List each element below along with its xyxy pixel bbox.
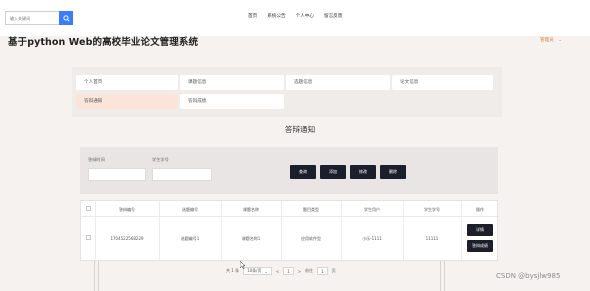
notice-table: 答辩编号 选题编号 课题名称 题目类型 学生用户 学生学号 操作 1704522… xyxy=(80,200,499,262)
menu-item-home[interactable]: 个人首页 xyxy=(76,75,178,90)
detail-button[interactable]: 详情 xyxy=(467,224,493,236)
edit-button[interactable]: 修改 xyxy=(350,165,376,179)
menu-item-defense-notice[interactable]: 答辩通知 xyxy=(76,94,178,109)
prev-page-button[interactable]: < xyxy=(276,269,279,274)
column-header: 学生学号 xyxy=(424,207,440,212)
current-page[interactable]: 1 xyxy=(283,267,294,275)
page-size-select[interactable]: 10条/页 ⌄ xyxy=(243,267,272,275)
user-menu[interactable]: 管理员 ⌄ xyxy=(540,37,562,43)
page-title: 基于python Web的高校毕业论文管理系统 xyxy=(8,37,199,48)
table-cell: 1704522568229 xyxy=(110,236,144,241)
select-all-checkbox[interactable] xyxy=(86,206,91,211)
menu-item-label: 选题信息 xyxy=(294,80,313,85)
search-button[interactable] xyxy=(59,11,73,25)
menu-item-papers[interactable]: 论文信息 xyxy=(392,75,493,90)
nav-feedback[interactable]: 留言反馈 xyxy=(324,13,342,19)
defense-time-input[interactable] xyxy=(88,168,146,181)
filter-label-student-id: 学生学号 xyxy=(152,157,169,162)
menu-item-defense-score[interactable]: 答辩成绩 xyxy=(180,94,284,109)
search-input[interactable] xyxy=(5,11,59,25)
user-menu-label: 管理员 xyxy=(540,38,554,43)
student-id-input[interactable] xyxy=(152,168,212,181)
column-header: 题目类型 xyxy=(303,207,319,212)
menu-item-selection[interactable]: 选题信息 xyxy=(286,75,390,90)
header-divider xyxy=(81,216,499,217)
row-checkbox[interactable] xyxy=(86,235,91,240)
query-button[interactable]: 查询 xyxy=(290,165,316,179)
mouse-cursor-icon xyxy=(240,261,245,269)
menu-item-label: 答辩通知 xyxy=(84,99,103,104)
chevron-down-icon: ⌄ xyxy=(264,268,268,274)
column-header: 操作 xyxy=(476,207,484,212)
search-icon xyxy=(62,14,70,22)
menu-item-label: 论文信息 xyxy=(400,80,419,85)
delete-button[interactable]: 删除 xyxy=(380,165,406,179)
table-cell: 课题名称1 xyxy=(241,236,261,241)
goto-label: 前往 xyxy=(305,268,314,273)
nav-profile[interactable]: 个人中心 xyxy=(296,13,314,19)
add-button[interactable]: 添加 xyxy=(320,165,346,179)
function-menu: 个人首页 课题信息 选题信息 论文信息 答辩通知 答辩成绩 xyxy=(72,67,502,117)
watermark: CSDN @bysjlw985 xyxy=(496,272,561,280)
main-nav: 首页 系统公告 个人中心 留言反馈 xyxy=(248,13,342,19)
menu-item-label: 答辩成绩 xyxy=(188,99,207,104)
column-header: 选题编号 xyxy=(182,207,198,212)
filter-panel: 答辩时间 学生学号 查询 添加 修改 删除 xyxy=(80,147,498,194)
column-header: 答辩编号 xyxy=(119,207,135,212)
column-header: 课题名称 xyxy=(243,207,259,212)
menu-item-label: 个人首页 xyxy=(84,80,103,85)
column-header: 学生用户 xyxy=(364,207,380,212)
nav-announcements[interactable]: 系统公告 xyxy=(267,13,285,19)
chevron-down-icon: ⌄ xyxy=(558,38,563,43)
goto-page-input[interactable]: 1 xyxy=(317,267,328,275)
table-cell: 应用软件型 xyxy=(301,236,321,241)
table-cell: 选题编号1 xyxy=(180,236,200,241)
menu-item-topics[interactable]: 课题信息 xyxy=(180,75,284,90)
section-title: 答辩通知 xyxy=(284,125,316,134)
total-count: 共 1 条 xyxy=(226,268,240,273)
page-suffix: 页 xyxy=(331,268,336,273)
top-bar: 首页 系统公告 个人中心 留言反馈 xyxy=(0,0,590,36)
search-box xyxy=(5,11,73,25)
filter-label-time: 答辩时间 xyxy=(88,157,105,162)
defense-score-button[interactable]: 答辩成绩 xyxy=(467,240,493,252)
table-cell: 11111 xyxy=(425,236,439,241)
nav-home[interactable]: 首页 xyxy=(248,13,257,19)
next-page-button[interactable]: > xyxy=(298,269,301,274)
menu-item-label: 课题信息 xyxy=(188,80,207,85)
page-size-value: 10条/页 xyxy=(247,268,262,273)
table-cell: 小乐-1111 xyxy=(362,236,382,241)
